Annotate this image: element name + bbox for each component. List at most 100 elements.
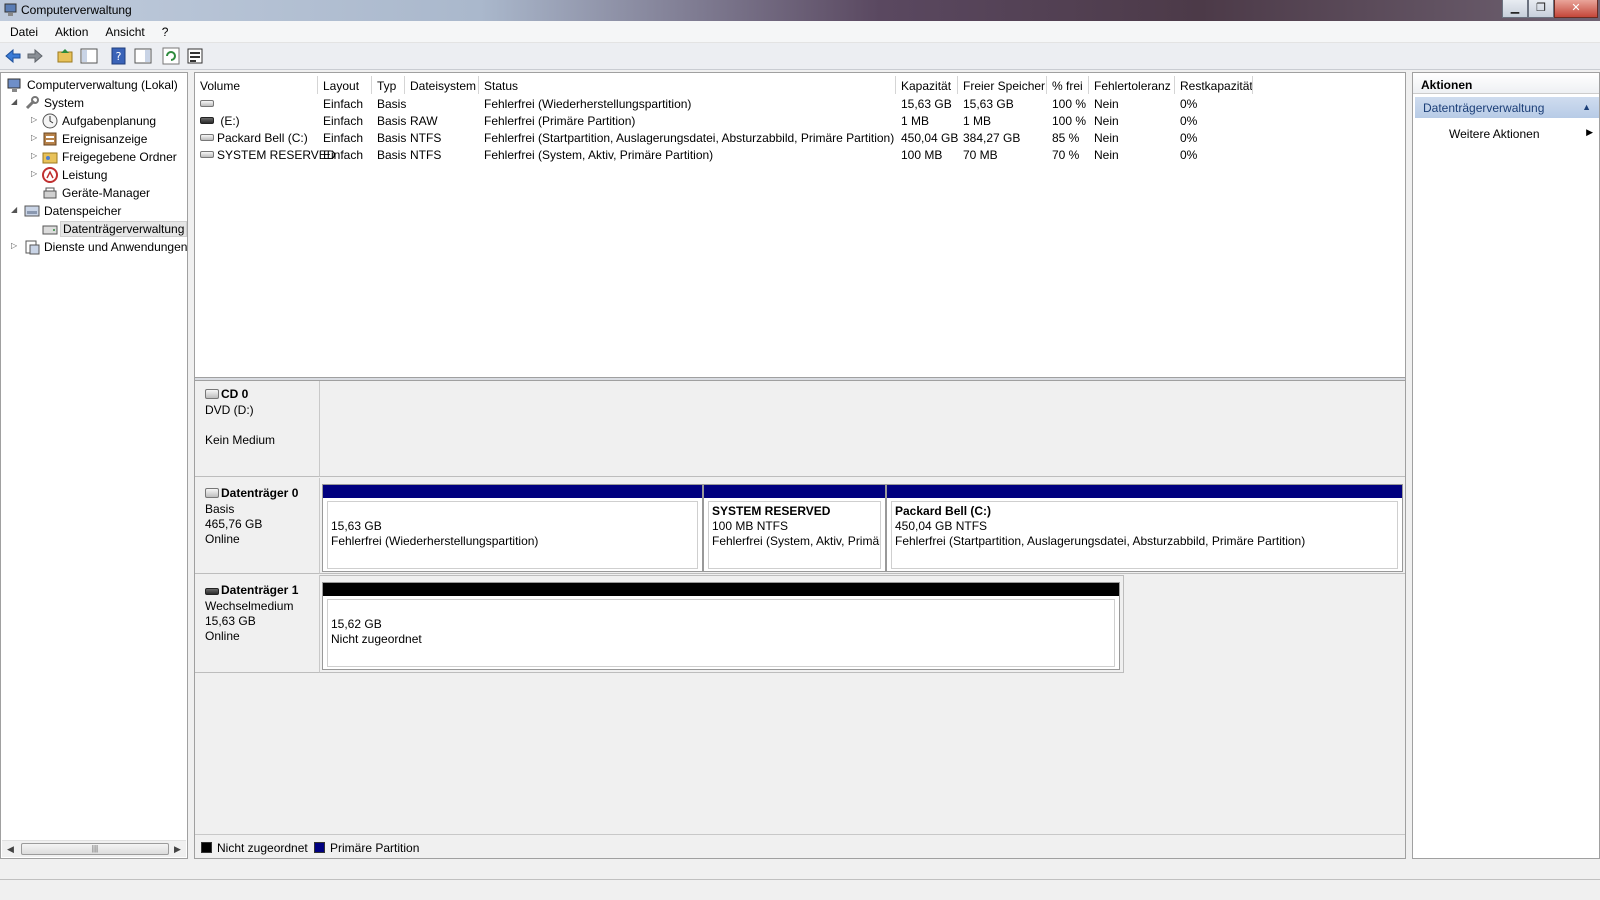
tree-item-device-manager[interactable]: Geräte-Manager <box>29 184 187 202</box>
expand-icon[interactable]: ▷ <box>31 152 39 160</box>
menu-aktion[interactable]: Aktion <box>45 21 95 39</box>
tree-item-event-viewer[interactable]: ▷ Ereignisanzeige <box>29 130 187 148</box>
column-header-percent-free[interactable]: % frei <box>1047 76 1089 94</box>
tree-item-system[interactable]: ◢ System <box>9 94 187 112</box>
expand-icon[interactable]: ▷ <box>31 116 39 124</box>
partition-status: Fehlerfrei (Startpartition, Auslagerungs… <box>895 534 1306 548</box>
column-header-capacity[interactable]: Kapazität <box>896 76 958 94</box>
menu-help[interactable]: ? <box>152 21 176 39</box>
collapse-up-icon[interactable]: ▲ <box>1582 102 1591 112</box>
menu-bar: Datei Aktion Ansicht? <box>0 21 1600 43</box>
table-row[interactable]: Einfach Basis Fehlerfrei (Wiederherstell… <box>195 95 1405 112</box>
maximize-button[interactable]: ❐ <box>1528 0 1554 18</box>
partition-packard-bell-c[interactable]: Packard Bell (C:) 450,04 GB NTFS Fehlerf… <box>886 484 1403 572</box>
column-header-layout[interactable]: Layout <box>318 76 372 94</box>
cell-overhead: 0% <box>1180 97 1198 111</box>
cell-capacity: 1 MB <box>901 114 930 128</box>
table-row[interactable]: SYSTEM RESERVED Einfach Basis NTFS Fehle… <box>195 146 1405 163</box>
disk-label-disk0[interactable]: Datenträger 0 Basis 465,76 GB Online <box>195 478 320 574</box>
column-header-status[interactable]: Status <box>479 76 896 94</box>
column-header-type[interactable]: Typ <box>372 76 405 94</box>
help-icon[interactable]: ? <box>110 47 128 65</box>
actions-group-disk-management[interactable]: Datenträgerverwaltung ▲ <box>1415 97 1599 118</box>
action-pane-icon[interactable] <box>134 47 152 65</box>
table-row[interactable]: (E:) Einfach Basis RAW Fehlerfrei (Primä… <box>195 112 1405 129</box>
cell-free-space: 70 MB <box>963 148 998 162</box>
more-actions-link[interactable]: Weitere Aktionen <box>1449 127 1540 141</box>
partition-system-reserved[interactable]: SYSTEM RESERVED 100 MB NTFS Fehlerfrei (… <box>703 484 886 572</box>
disk-label-disk1[interactable]: Datenträger 1 Wechselmedium 15,63 GB Onl… <box>195 575 320 673</box>
properties-icon[interactable] <box>186 47 204 65</box>
tree-item-disk-management[interactable]: Datenträgerverwaltung <box>29 220 188 238</box>
horizontal-scrollbar[interactable]: ◀ ||| ▶ <box>2 840 186 857</box>
drive-icon <box>200 134 214 141</box>
tree-item-task-scheduler[interactable]: ▷ Aufgabenplanung <box>29 112 187 130</box>
tree-item-computer-management[interactable]: Computerverwaltung (Lokal) <box>5 76 187 94</box>
volume-list-header: Volume Layout Typ Dateisystem Status Kap… <box>195 76 1405 94</box>
storage-icon <box>24 205 40 217</box>
partition-title: SYSTEM RESERVED <box>712 504 831 518</box>
navigation-tree: Computerverwaltung (Lokal) ◢ System ▷ Au… <box>0 72 188 859</box>
chevron-right-icon[interactable]: ▶ <box>1586 127 1593 138</box>
cell-percent-free: 70 % <box>1052 148 1080 162</box>
expand-icon[interactable]: ▷ <box>31 170 39 178</box>
tree-item-performance[interactable]: ▷ Leistung <box>29 166 187 184</box>
expand-icon[interactable]: ▷ <box>31 134 39 142</box>
column-header-overhead[interactable]: Restkapazität <box>1175 76 1253 94</box>
column-header-free-space[interactable]: Freier Speicher <box>958 76 1047 94</box>
close-button[interactable]: ✕ <box>1554 0 1598 18</box>
up-folder-icon[interactable] <box>56 47 74 65</box>
cell-percent-free: 100 % <box>1052 114 1087 128</box>
show-hide-tree-icon[interactable] <box>80 47 98 65</box>
tree-label: Ereignisanzeige <box>62 132 148 146</box>
cell-fault-tolerance: Nein <box>1094 97 1119 111</box>
disk-label-cd0[interactable]: CD 0 DVD (D:) Kein Medium <box>195 381 320 477</box>
column-header-filesystem[interactable]: Dateisystem <box>405 76 479 94</box>
menu-datei[interactable]: Datei <box>0 21 45 39</box>
services-icon <box>25 240 40 255</box>
scroll-left-icon[interactable]: ◀ <box>7 844 14 855</box>
window-title: Computerverwaltung <box>21 3 132 17</box>
unallocated-bar <box>323 583 1119 596</box>
cd-drive-icon <box>205 389 219 399</box>
expand-icon[interactable]: ▷ <box>11 242 19 250</box>
disk-management-icon <box>42 225 58 235</box>
cell-fault-tolerance: Nein <box>1094 148 1119 162</box>
tree-label: Datenträgerverwaltung <box>60 221 188 237</box>
cell-capacity: 100 MB <box>901 148 943 162</box>
column-header-volume[interactable]: Volume <box>195 76 318 94</box>
cell-layout: Einfach <box>323 131 364 145</box>
partition-unallocated[interactable]: 15,62 GB Nicht zugeordnet <box>322 582 1120 670</box>
partition-recovery[interactable]: 15,63 GB Fehlerfrei (Wiederherstellungsp… <box>322 484 703 572</box>
cell-filesystem: NTFS <box>410 148 442 162</box>
legend-label-primary: Primäre Partition <box>330 841 420 855</box>
partition-size: 15,63 GB <box>331 519 382 533</box>
minimize-button[interactable]: ▁ <box>1502 0 1528 18</box>
device-manager-icon <box>43 187 57 199</box>
column-header-fault-tolerance[interactable]: Fehlertoleranz <box>1089 76 1175 94</box>
partition-title: Packard Bell (C:) <box>895 504 992 518</box>
tree-item-shared-folders[interactable]: ▷ Freigegebene Ordner <box>29 148 187 166</box>
table-row[interactable]: Packard Bell (C:) Einfach Basis NTFS Feh… <box>195 129 1405 146</box>
tree-label: Dienste und Anwendungen <box>44 240 188 254</box>
refresh-icon[interactable] <box>162 47 180 65</box>
disk-name: CD 0 <box>221 387 249 401</box>
computer-management-icon <box>4 3 17 16</box>
disk-size: 15,63 GB <box>205 614 256 628</box>
collapse-icon[interactable]: ◢ <box>11 98 19 106</box>
forward-arrow-icon[interactable] <box>26 47 44 65</box>
scroll-right-icon[interactable]: ▶ <box>174 844 181 855</box>
drive-icon <box>200 100 214 107</box>
tree-label: Computerverwaltung (Lokal) <box>27 78 178 92</box>
tree-label: System <box>44 96 85 110</box>
tree-item-services-apps[interactable]: ▷ Dienste und Anwendungen <box>9 238 187 256</box>
scrollbar-thumb[interactable]: ||| <box>21 843 169 855</box>
cell-filesystem: NTFS <box>410 131 442 145</box>
title-bar: Computerverwaltung ▁ ❐ ✕ <box>0 0 1600 21</box>
tree-item-storage[interactable]: ◢ Datenspeicher <box>9 202 187 220</box>
collapse-icon[interactable]: ◢ <box>11 206 19 214</box>
disk-management-pane: Volume Layout Typ Dateisystem Status Kap… <box>194 72 1406 859</box>
menu-ansicht[interactable]: Ansicht <box>95 21 151 39</box>
back-arrow-icon[interactable] <box>4 47 22 65</box>
tree-label: Leistung <box>62 168 108 182</box>
